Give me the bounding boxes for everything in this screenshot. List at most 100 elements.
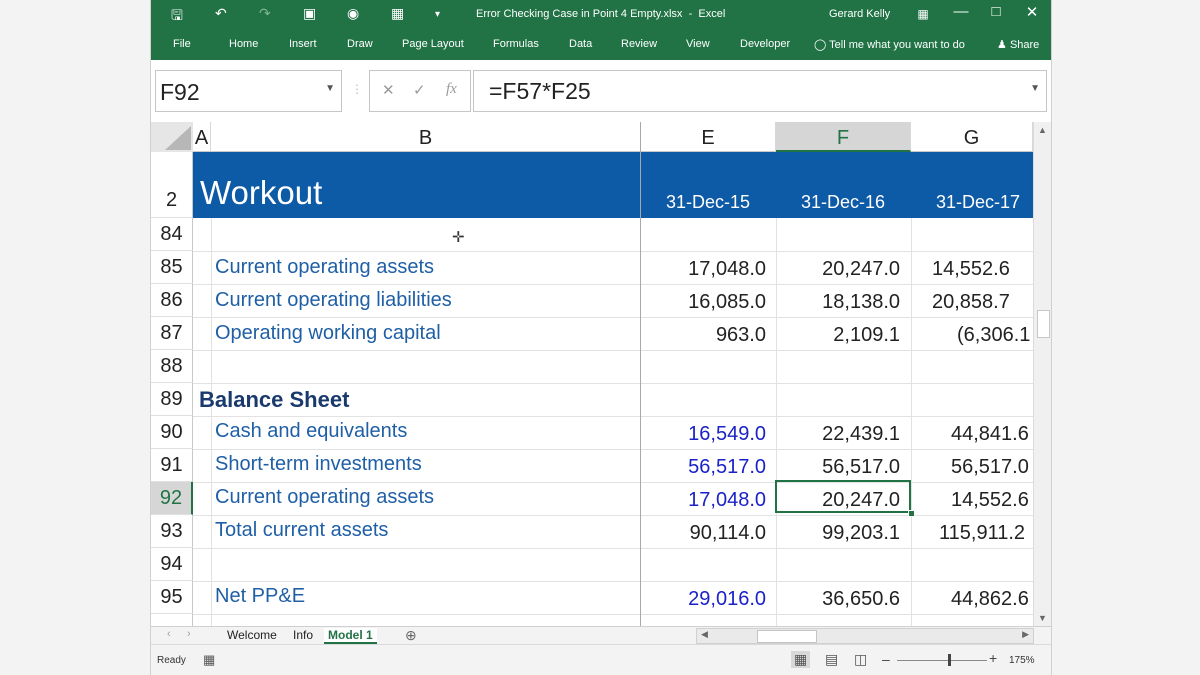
sheet-tab-model-1[interactable]: Model 1 [324, 628, 377, 644]
minimize-icon[interactable]: — [946, 3, 976, 20]
scroll-right-icon[interactable]: ▶ [1022, 629, 1029, 640]
sheet-tab-welcome[interactable]: Welcome [223, 628, 281, 642]
cancel-icon[interactable]: ✕ [382, 81, 395, 99]
row-label[interactable]: Total current assets [215, 519, 388, 542]
column-header-g[interactable]: G [911, 122, 1033, 152]
row-header-92[interactable]: 92 [151, 482, 193, 515]
page-break-view-icon[interactable]: ◫ [854, 651, 867, 668]
cell-e91[interactable]: 56,517.0 [641, 456, 766, 479]
fill-handle[interactable] [908, 510, 915, 517]
column-header-f[interactable]: F [776, 122, 911, 152]
date-header-e[interactable]: 31-Dec-15 [641, 192, 775, 213]
cell-f91[interactable]: 56,517.0 [776, 456, 900, 479]
add-sheet-icon[interactable]: ⊕ [405, 627, 417, 644]
row-header-86[interactable]: 86 [151, 284, 193, 317]
cell-g95[interactable]: 44,862.6 [951, 588, 1033, 611]
row-label[interactable]: Cash and equivalents [215, 420, 407, 443]
customize-qat-icon[interactable]: ▾ [435, 9, 440, 20]
zoom-out-icon[interactable]: – [882, 651, 890, 667]
row-label[interactable]: Short-term investments [215, 453, 422, 476]
horizontal-scroll-thumb[interactable] [757, 630, 817, 643]
worksheet-grid[interactable]: A B E F G 2 Workout 31-Dec-15 31-Dec-16 … [151, 122, 1033, 626]
expand-formula-icon[interactable]: ▼ [1030, 83, 1040, 94]
cell-f95[interactable]: 36,650.6 [776, 588, 900, 611]
sheet-heading[interactable]: Workout [200, 174, 322, 212]
scroll-up-icon[interactable]: ▲ [1038, 125, 1047, 135]
vertical-scrollbar[interactable]: ▲ ▼ [1033, 122, 1051, 626]
column-header-b[interactable]: B [211, 122, 641, 152]
cell-e86[interactable]: 16,085.0 [641, 291, 766, 314]
row-header-2[interactable]: 2 [151, 152, 193, 218]
zoom-level[interactable]: 175% [1009, 655, 1035, 666]
touch-mode-icon[interactable]: ▣ [303, 5, 316, 22]
cell-e95[interactable]: 29,016.0 [641, 588, 766, 611]
tab-review[interactable]: Review [621, 38, 657, 50]
date-header-f[interactable]: 31-Dec-16 [776, 192, 910, 213]
macro-record-icon[interactable]: ▦ [203, 652, 215, 668]
insert-function-icon[interactable]: fx [446, 81, 457, 98]
cell-e90[interactable]: 16,549.0 [641, 423, 766, 446]
formula-bar-grip-icon[interactable]: ⋮ [351, 82, 363, 96]
tab-view[interactable]: View [686, 38, 710, 50]
cell-g87[interactable]: (6,306.1 [957, 324, 1033, 347]
active-cell-border[interactable] [775, 480, 911, 513]
share-button[interactable]: ♟ Share [997, 38, 1039, 51]
row-header-84[interactable]: 84 [151, 218, 193, 251]
row-header-89[interactable]: 89 [151, 383, 193, 416]
camera-icon[interactable]: ◉ [347, 5, 359, 22]
tab-page-layout[interactable]: Page Layout [402, 38, 464, 50]
next-sheet-icon[interactable]: › [187, 628, 191, 640]
row-header-91[interactable]: 91 [151, 449, 193, 482]
maximize-icon[interactable]: □ [981, 3, 1011, 20]
prev-sheet-icon[interactable]: ‹ [167, 628, 171, 640]
name-box[interactable]: F92 ▼ [155, 70, 342, 112]
chevron-down-icon[interactable]: ▼ [325, 83, 335, 94]
tab-data[interactable]: Data [569, 38, 592, 50]
row-header-87[interactable]: 87 [151, 317, 193, 350]
cell-g91[interactable]: 56,517.0 [951, 456, 1033, 479]
normal-view-icon[interactable]: ▦ [791, 651, 811, 668]
row-header-93[interactable]: 93 [151, 515, 193, 548]
row-header-96[interactable] [151, 614, 193, 626]
cell-e85[interactable]: 17,048.0 [641, 258, 766, 281]
section-heading[interactable]: Balance Sheet [199, 387, 349, 413]
column-header-a[interactable]: A [193, 122, 211, 152]
enter-icon[interactable]: ✓ [413, 81, 426, 99]
cell-g90[interactable]: 44,841.6 [951, 423, 1033, 446]
zoom-in-icon[interactable]: + [989, 650, 997, 666]
scroll-down-icon[interactable]: ▼ [1038, 613, 1047, 623]
user-name[interactable]: Gerard Kelly [829, 8, 890, 20]
row-label[interactable]: Current operating liabilities [215, 289, 452, 312]
cell-f85[interactable]: 20,247.0 [776, 258, 900, 281]
cell-f93[interactable]: 99,203.1 [776, 522, 900, 545]
select-all-button[interactable] [151, 122, 193, 152]
tab-home[interactable]: Home [229, 38, 258, 50]
row-header-88[interactable]: 88 [151, 350, 193, 383]
vertical-scroll-thumb[interactable] [1037, 310, 1050, 338]
zoom-slider-knob[interactable] [948, 654, 951, 666]
ribbon-display-icon[interactable]: ▦ [908, 7, 938, 21]
row-header-90[interactable]: 90 [151, 416, 193, 449]
date-header-g[interactable]: 31-Dec-17 [911, 192, 1033, 213]
calculator-icon[interactable]: ▦ [391, 5, 404, 22]
tab-file[interactable]: File [173, 38, 191, 50]
cell-g92[interactable]: 14,552.6 [951, 489, 1033, 512]
row-label[interactable]: Current operating assets [215, 256, 434, 279]
page-layout-view-icon[interactable]: ▤ [825, 651, 838, 668]
cell-g86[interactable]: 20,858.7 [932, 291, 1033, 314]
close-icon[interactable]: ✕ [1017, 3, 1047, 21]
formula-input[interactable]: =F57*F25 ▼ [473, 70, 1047, 112]
horizontal-scrollbar[interactable]: ◀ ▶ [696, 628, 1034, 644]
tab-developer[interactable]: Developer [740, 38, 790, 50]
row-header-85[interactable]: 85 [151, 251, 193, 284]
redo-icon[interactable]: ↷ [259, 5, 271, 22]
row-header-95[interactable]: 95 [151, 581, 193, 614]
zoom-slider[interactable] [897, 660, 987, 661]
row-label[interactable]: Net PP&E [215, 585, 305, 608]
column-header-e[interactable]: E [641, 122, 776, 152]
cell-f90[interactable]: 22,439.1 [776, 423, 900, 446]
row-label[interactable]: Operating working capital [215, 322, 441, 345]
tab-formulas[interactable]: Formulas [493, 38, 539, 50]
undo-icon[interactable]: ↶ [215, 5, 227, 22]
cell-g93[interactable]: 115,911.2 [939, 522, 1033, 545]
